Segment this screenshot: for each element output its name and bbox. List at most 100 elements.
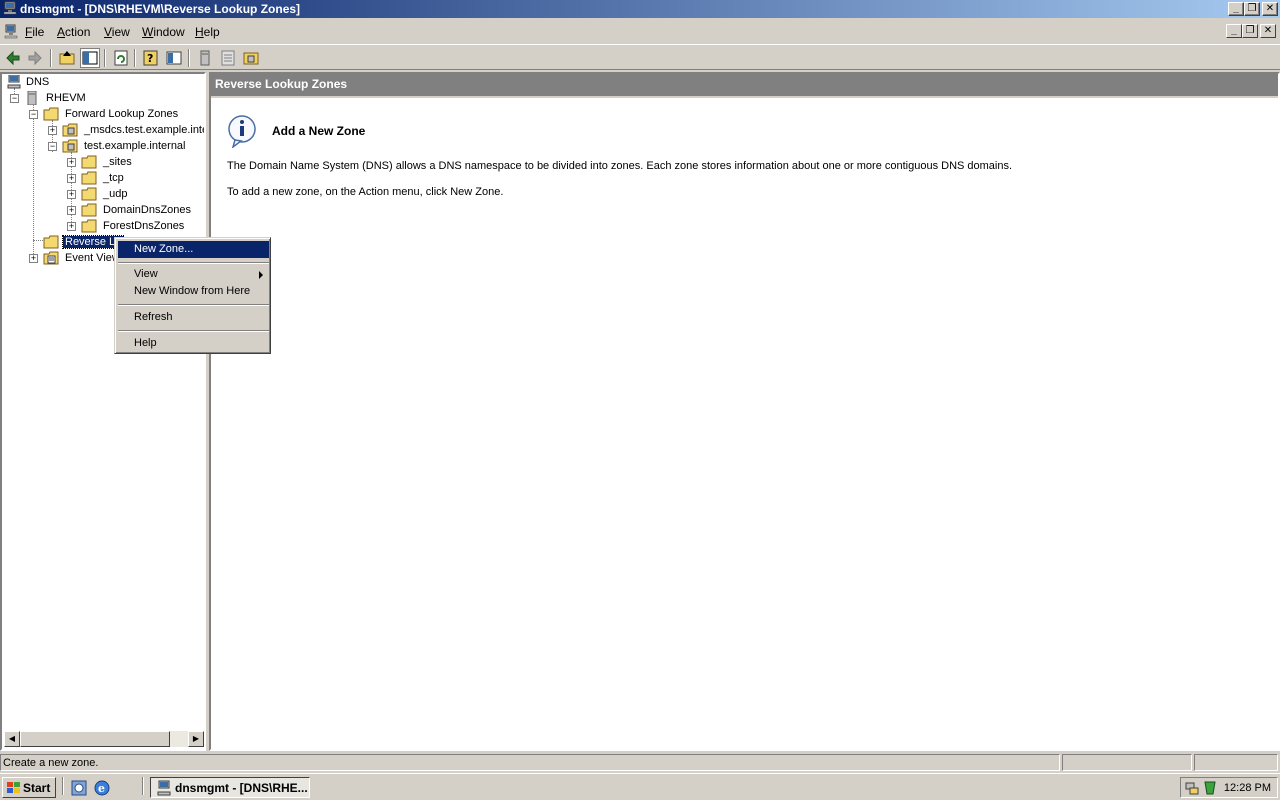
up-folder-icon bbox=[59, 51, 75, 65]
show-hide-tree-icon bbox=[82, 51, 98, 65]
server-icon bbox=[200, 50, 210, 66]
expand-icon[interactable]: + bbox=[67, 174, 76, 183]
folder-icon bbox=[81, 219, 97, 233]
folder-icon bbox=[81, 155, 97, 169]
context-menu-refresh[interactable]: Refresh bbox=[118, 309, 269, 326]
refresh-icon bbox=[114, 50, 128, 66]
back-arrow-icon bbox=[6, 50, 20, 66]
menu-action[interactable]: Action bbox=[57, 25, 90, 39]
toolbar: ? bbox=[0, 44, 1280, 70]
collapse-icon[interactable]: − bbox=[48, 142, 57, 151]
context-menu-new-zone[interactable]: New Zone... bbox=[118, 241, 269, 258]
taskbar-separator bbox=[142, 777, 144, 795]
refresh-button[interactable] bbox=[111, 48, 131, 68]
zone-description: The Domain Name System (DNS) allows a DN… bbox=[227, 160, 1013, 172]
properties-button[interactable]: ? bbox=[141, 48, 161, 68]
tree-label-sites: _sites bbox=[103, 156, 132, 168]
export-list-button[interactable] bbox=[164, 48, 184, 68]
close-button[interactable]: ✕ bbox=[1262, 2, 1278, 16]
console-tree[interactable]: DNS − RHEVM − Forward Lookup Zones + _ms… bbox=[0, 72, 206, 751]
toolbar-separator bbox=[50, 49, 52, 67]
mdi-close-button[interactable]: ✕ bbox=[1260, 24, 1276, 38]
forward-button[interactable] bbox=[25, 48, 45, 68]
details-pane-header: Reverse Lookup Zones bbox=[211, 74, 1278, 96]
forward-arrow-icon bbox=[28, 50, 42, 66]
scroll-right-button[interactable]: ▶ bbox=[188, 731, 204, 747]
menu-separator bbox=[118, 304, 269, 306]
list-button[interactable] bbox=[218, 48, 238, 68]
back-button[interactable] bbox=[3, 48, 23, 68]
expand-icon[interactable]: + bbox=[67, 222, 76, 231]
start-button[interactable]: Start bbox=[2, 777, 56, 798]
taskbar-dnsmgmt-label: dnsmgmt - [DNS\RHE... bbox=[175, 781, 308, 795]
context-menu-new-window[interactable]: New Window from Here bbox=[118, 283, 269, 300]
tree-label-domaindnszones: DomainDnsZones bbox=[103, 204, 192, 216]
add-new-zone-heading: Add a New Zone bbox=[272, 124, 366, 138]
export-list-icon bbox=[166, 51, 182, 65]
svg-text:?: ? bbox=[147, 52, 153, 65]
restore-icon: ❐ bbox=[1245, 25, 1255, 36]
folder-icon bbox=[81, 187, 97, 201]
tree-label-udp: _udp bbox=[103, 188, 128, 200]
scroll-left-arrow-icon: ◀ bbox=[8, 734, 16, 743]
menu-file[interactable]: File bbox=[25, 25, 44, 39]
zone-button[interactable] bbox=[241, 48, 261, 68]
tree-label-forward-lookup-zones: Forward Lookup Zones bbox=[65, 108, 179, 120]
help-properties-icon: ? bbox=[143, 50, 158, 66]
scroll-thumb[interactable] bbox=[20, 731, 170, 747]
windows-logo-icon bbox=[7, 782, 20, 793]
server-button[interactable] bbox=[195, 48, 215, 68]
dns-app-icon bbox=[3, 1, 17, 15]
tree-label-rhevm: RHEVM bbox=[46, 92, 86, 104]
minimize-icon: _ bbox=[1231, 25, 1237, 36]
expand-icon[interactable]: + bbox=[67, 206, 76, 215]
expand-icon[interactable]: + bbox=[48, 126, 57, 135]
zone-instruction: To add a new zone, on the Action menu, c… bbox=[227, 186, 504, 198]
mdi-minimize-button[interactable]: _ bbox=[1226, 24, 1242, 38]
expand-icon[interactable]: + bbox=[29, 254, 38, 263]
header-divider bbox=[211, 96, 1278, 98]
scroll-left-button[interactable]: ◀ bbox=[4, 731, 20, 747]
zone-icon bbox=[62, 139, 78, 153]
menu-help[interactable]: Help bbox=[195, 25, 220, 39]
collapse-icon[interactable]: − bbox=[10, 94, 19, 103]
context-menu-help[interactable]: Help bbox=[118, 335, 269, 352]
taskbar-separator bbox=[62, 777, 64, 795]
context-menu-view[interactable]: View bbox=[118, 266, 269, 283]
status-text: Create a new zone. bbox=[0, 754, 1060, 771]
tree-horizontal-scrollbar[interactable]: ◀ ▶ bbox=[4, 731, 204, 747]
expand-icon[interactable]: + bbox=[67, 190, 76, 199]
internet-explorer-icon[interactable]: e bbox=[93, 779, 111, 797]
menu-window[interactable]: Window bbox=[142, 25, 185, 39]
svg-text:e: e bbox=[98, 782, 105, 795]
window-title: dnsmgmt - [DNS\RHEVM\Reverse Lookup Zone… bbox=[20, 2, 301, 16]
network-icon[interactable] bbox=[1184, 780, 1200, 796]
menu-view[interactable]: View bbox=[104, 25, 130, 39]
menu-separator bbox=[118, 262, 269, 264]
list-icon bbox=[221, 50, 235, 66]
status-panel-2 bbox=[1062, 754, 1192, 771]
clock[interactable]: 12:28 PM bbox=[1224, 782, 1271, 794]
collapse-icon[interactable]: − bbox=[29, 110, 38, 119]
folder-icon bbox=[81, 203, 97, 217]
server-manager-icon[interactable] bbox=[70, 779, 88, 797]
toolbar-separator bbox=[104, 49, 106, 67]
minimize-button[interactable]: _ bbox=[1228, 2, 1244, 16]
restore-button[interactable]: ❐ bbox=[1244, 2, 1260, 16]
up-level-button[interactable] bbox=[57, 48, 77, 68]
mmc-doc-icon[interactable] bbox=[3, 24, 19, 40]
info-icon bbox=[228, 115, 256, 148]
expand-icon[interactable]: + bbox=[67, 158, 76, 167]
folder-icon bbox=[81, 171, 97, 185]
details-pane[interactable]: Reverse Lookup Zones Add a New Zone The … bbox=[209, 72, 1280, 751]
security-icon[interactable] bbox=[1202, 780, 1218, 796]
minimize-icon: _ bbox=[1233, 3, 1239, 14]
close-icon: ✕ bbox=[1265, 3, 1275, 14]
show-hide-tree-button[interactable] bbox=[80, 48, 100, 68]
tree-label-dns: DNS bbox=[26, 76, 50, 88]
toolbar-separator bbox=[188, 49, 190, 67]
mdi-restore-button[interactable]: ❐ bbox=[1242, 24, 1258, 38]
status-panel-3 bbox=[1194, 754, 1278, 771]
title-bar[interactable]: dnsmgmt - [DNS\RHEVM\Reverse Lookup Zone… bbox=[0, 0, 1280, 18]
taskbar-dnsmgmt-button[interactable]: dnsmgmt - [DNS\RHE... bbox=[150, 777, 310, 798]
